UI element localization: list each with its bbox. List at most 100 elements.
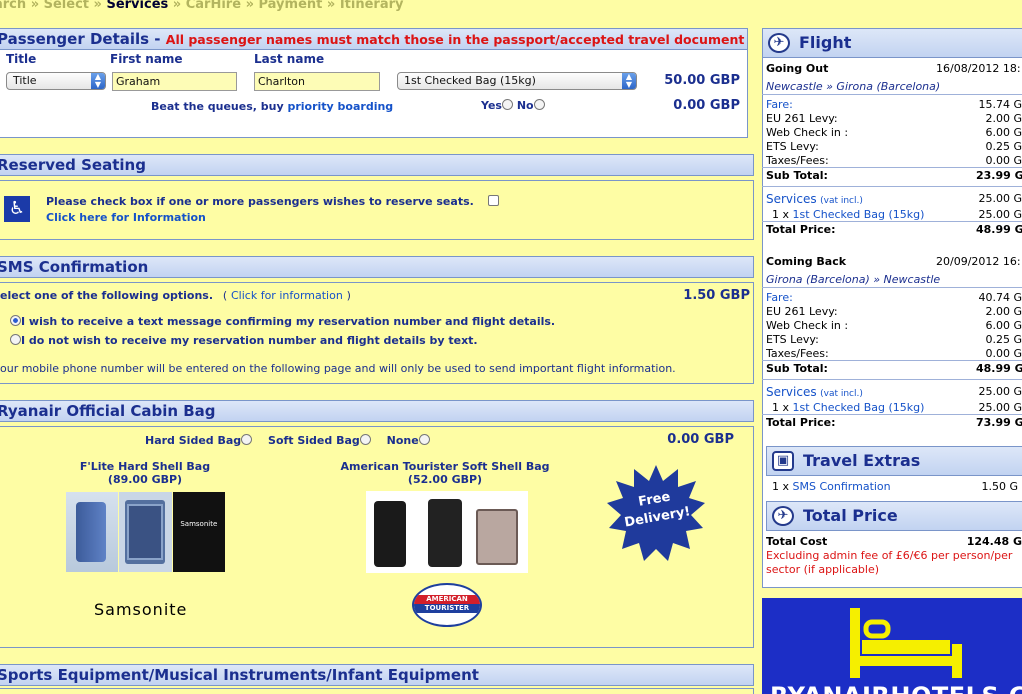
reserve-seats-checkbox[interactable]: [488, 195, 499, 206]
sms-option-yes[interactable]: I wish to receive a text message confirm…: [10, 315, 555, 328]
hard-bag-label: Hard Sided Bag: [145, 434, 242, 447]
return-web-row: Web Check in : 6.00 G: [766, 319, 1022, 332]
outbound-ets: 0.25 G: [985, 140, 1022, 153]
return-fare-label[interactable]: Fare:: [766, 291, 793, 304]
checked-bag-value: 1st Checked Bag (15kg): [404, 74, 536, 87]
title-column-label: Title: [6, 52, 37, 66]
total-price-title: Total Price: [803, 506, 898, 525]
return-tax-label: Taxes/Fees:: [766, 347, 829, 360]
reserved-seating-title: Reserved Seating: [0, 156, 146, 174]
outbound-total-label: Total Price:: [766, 223, 836, 236]
priority-boarding-price: 0.00 GBP: [673, 98, 740, 113]
reserved-seating-header: Reserved Seating: [0, 154, 754, 176]
plane-icon: ✈: [768, 33, 790, 53]
title-select[interactable]: Title ▲ ▼: [6, 72, 106, 90]
checked-bag-select[interactable]: 1st Checked Bag (15kg) ▲ ▼: [397, 72, 637, 90]
soft-bag-radio[interactable]: [359, 434, 371, 445]
breadcrumb-separator: »: [93, 0, 102, 12]
samsonite-tag-logo: Samsonite: [180, 520, 218, 528]
outbound-total-row: Total Price: 48.99 G: [766, 223, 1022, 236]
cabin-bag-header: Ryanair Official Cabin Bag: [0, 400, 754, 422]
breadcrumb-search[interactable]: arch: [0, 0, 26, 12]
ryanair-hotels-text: RYANAIRHOTELS.COM: [770, 682, 1022, 694]
breadcrumb-select[interactable]: Select: [44, 0, 89, 12]
total-cost-value: 124.48 G: [966, 535, 1022, 548]
passport-warning: All passenger names must match those in …: [165, 32, 745, 47]
free-delivery-badge: Free Delivery!: [606, 463, 706, 563]
travel-extras-item: 1 x SMS Confirmation 1.50 G: [772, 480, 1022, 493]
no-bag-radio[interactable]: [418, 434, 430, 445]
outbound-subtotal: 23.99 G: [976, 169, 1022, 182]
first-name-input[interactable]: Graham: [112, 72, 237, 91]
coming-back-date: 20/09/2012 16:: [936, 255, 1021, 268]
hard-bag-radio[interactable]: [241, 434, 253, 445]
return-subtotal-label: Sub Total:: [766, 362, 828, 375]
outbound-services-row: Services (vat incl.) 25.00 G: [766, 192, 1022, 206]
return-summary: Coming Back 20/09/2012 16: Girona (Barce…: [762, 255, 1022, 435]
outbound-ets-label: ETS Levy:: [766, 140, 819, 153]
outbound-bag-label[interactable]: 1st Checked Bag (15kg): [793, 208, 925, 221]
outbound-subtotal-row: Sub Total: 23.99 G: [766, 169, 1022, 182]
breadcrumb-carhire[interactable]: CarHire: [186, 0, 241, 12]
checked-bag-price: 50.00 GBP: [664, 73, 740, 88]
priority-boarding-row: Beat the queues, buy priority boarding: [151, 100, 393, 113]
reserve-seats-text: Please check box if one or more passenge…: [46, 195, 474, 208]
at-logo-line1: AMERICAN: [414, 595, 480, 604]
extras-qty: 1 x: [772, 480, 790, 493]
priority-no-radio[interactable]: [533, 99, 545, 110]
return-total-row: Total Price: 73.99 G: [766, 416, 1022, 429]
return-eu-label: EU 261 Levy:: [766, 305, 838, 318]
passenger-details-title: Passenger Details -: [0, 30, 161, 48]
seating-info-link[interactable]: Click here for Information: [46, 211, 206, 224]
admin-fee-note: Excluding admin fee of £6/€6 per person/…: [766, 549, 1013, 576]
outbound-bag-qty: 1 x: [772, 208, 790, 221]
outbound-bag-row: 1 x 1st Checked Bag (15kg) 25.00 G: [772, 208, 1022, 221]
travel-extras-header: ▣ Travel Extras: [766, 446, 1022, 476]
reserved-seating-panel: [0, 180, 754, 240]
priority-boarding-link[interactable]: priority boarding: [287, 100, 393, 113]
breadcrumb-separator: »: [30, 0, 40, 12]
sms-prompt-row: elect one of the following options. ( Cl…: [0, 289, 351, 302]
sms-phone-note: our mobile phone number will be entered …: [0, 362, 676, 375]
return-services-row: Services (vat incl.) 25.00 G: [766, 385, 1022, 399]
priority-yes-radio[interactable]: [501, 99, 513, 110]
breadcrumb-separator: »: [172, 0, 182, 12]
return-tax-row: Taxes/Fees: 0.00 G: [766, 347, 1022, 360]
outbound-services: 25.00 G: [978, 192, 1022, 205]
going-out-label: Going Out: [766, 62, 829, 75]
soft-bag-name-block: American Tourister Soft Shell Bag (52.00…: [330, 460, 560, 486]
hard-bag-name: F'Lite Hard Shell Bag: [79, 460, 211, 473]
hard-bag-price: (89.00 GBP): [107, 473, 183, 486]
american-tourister-logo: AMERICAN TOURISTER: [412, 583, 482, 627]
total-cost-row: Total Cost 124.48 G: [766, 535, 1022, 548]
breadcrumb-payment[interactable]: Payment: [259, 0, 323, 12]
return-total: 73.99 G: [976, 416, 1022, 429]
extras-price: 1.50 G: [981, 480, 1018, 493]
return-services-label[interactable]: Services: [766, 385, 817, 399]
sms-link-open: (: [222, 289, 228, 302]
return-ets-row: ETS Levy: 0.25 G: [766, 333, 1022, 346]
ryanair-hotels-banner[interactable]: RYANAIRHOTELS.COM: [762, 598, 1022, 694]
sms-info-link[interactable]: Click for information: [231, 289, 343, 302]
outbound-fare-label[interactable]: Fare:: [766, 98, 793, 111]
sms-yes-radio[interactable]: [10, 315, 21, 326]
last-name-input[interactable]: Charlton: [254, 72, 380, 91]
return-route: Girona (Barcelona) » Newcastle: [766, 273, 941, 286]
cabin-bag-options: Hard Sided Bag Soft Sided Bag None: [145, 434, 430, 447]
sports-equipment-panel: [0, 688, 754, 694]
sms-no-radio[interactable]: [10, 334, 21, 345]
sms-option-no[interactable]: I do not wish to receive my reservation …: [10, 334, 478, 347]
return-fare-row: Fare: 40.74 G: [766, 291, 1022, 304]
total-cost-block: Total Cost 124.48 G Excluding admin fee o…: [766, 532, 1022, 582]
sms-link-close: ): [346, 289, 351, 302]
outbound-fare-row: Fare: 15.74 G: [766, 98, 1022, 111]
soft-bag-label: Soft Sided Bag: [268, 434, 360, 447]
return-bag-label[interactable]: 1st Checked Bag (15kg): [793, 401, 925, 414]
outbound-web: 6.00 G: [985, 126, 1022, 139]
extras-label[interactable]: SMS Confirmation: [793, 480, 891, 493]
outbound-services-label[interactable]: Services: [766, 192, 817, 206]
breadcrumb-itinerary[interactable]: Itinerary: [340, 0, 404, 12]
seat-icon: ♿: [4, 196, 30, 222]
breadcrumb-services: Services: [106, 0, 169, 12]
priority-no-label: No: [516, 99, 534, 112]
